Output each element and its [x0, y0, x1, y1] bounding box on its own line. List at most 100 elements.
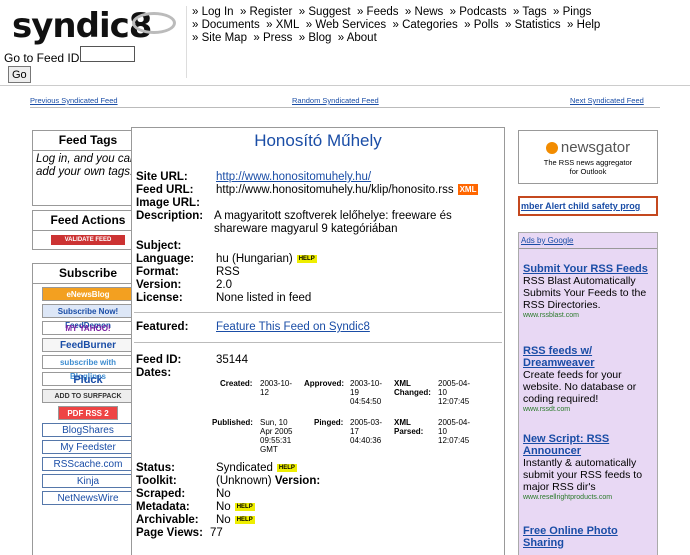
archivable-label: Archivable: [136, 514, 199, 526]
top-nav-row-3: » Site Map » Press » Blog » About [192, 32, 682, 45]
site-url-link[interactable]: http://www.honositomuhely.hu/ [216, 171, 371, 183]
xml-parsed-line-3: 12:07:45 [438, 436, 470, 445]
feeddemon-button[interactable]: Subscribe Now! FeedDemon [42, 304, 134, 330]
ad-text: Create feeds for your website. No databa… [523, 369, 637, 405]
nav-categories[interactable]: » Categories [393, 19, 458, 31]
feed-url-text: http://www.honositomuhely.hu/klip/honosi… [216, 184, 454, 196]
archivable-help-badge[interactable]: HELP [234, 515, 255, 524]
published-line-3: 09:55:31 [260, 436, 292, 445]
feature-this-feed-link[interactable]: Feature This Feed on Syndic8 [216, 321, 370, 333]
approved-label: Approved: [304, 379, 344, 388]
page-views-value: 77 [210, 527, 223, 539]
rss2pdf-button[interactable]: PDF RSS 2 PDF [58, 406, 118, 432]
archivable-text: No [216, 514, 231, 526]
nav-xml[interactable]: » XML [266, 19, 299, 31]
status-text: Syndicated [216, 462, 273, 474]
image-url-label: Image URL: [136, 197, 200, 209]
nav-register[interactable]: » Register [240, 6, 292, 18]
toolkit-value: (Unknown) Version: [216, 475, 320, 487]
enewsblog-button[interactable]: eNewsBlog [42, 287, 134, 301]
metadata-label: Metadata: [136, 501, 190, 513]
nav-pings[interactable]: » Pings [553, 6, 591, 18]
created-line-2: 12 [260, 388, 269, 397]
ad-url[interactable]: www.rssblast.com [523, 311, 657, 320]
ad-text: RSS Blast Automatically Submits Your Fee… [523, 275, 647, 311]
published-label: Published: [212, 418, 253, 427]
scraped-value: No [216, 488, 231, 500]
go-button[interactable]: Go [8, 66, 31, 83]
kinja-link[interactable]: Kinja [42, 474, 134, 488]
nav-blog[interactable]: » Blog [299, 32, 332, 44]
nav-polls[interactable]: » Polls [464, 19, 499, 31]
pinged-line-2: 17 [350, 427, 359, 436]
metadata-text: No [216, 501, 231, 513]
ad-title[interactable]: RSS feeds w/ Dreamweaver [523, 345, 657, 369]
nav-login[interactable]: » Log In [192, 6, 234, 18]
approved-line-1: 2003-10- [350, 379, 383, 388]
xml-parsed-label-2: Parsed: [394, 427, 424, 436]
language-text: hu (Hungarian) [216, 253, 293, 265]
random-feed-link[interactable]: Random Syndicated Feed [292, 96, 379, 105]
ad-title[interactable]: Submit Your RSS Feeds [523, 263, 657, 275]
nav-press[interactable]: » Press [253, 32, 292, 44]
nav-documents[interactable]: » Documents [192, 19, 260, 31]
validate-feed-badge[interactable]: VALIDATE FEED [51, 235, 125, 245]
newsgator-ad[interactable]: newsgator The RSS news aggregator for Ou… [518, 130, 658, 184]
version-value: 2.0 [216, 279, 232, 291]
feed-url-value: http://www.honositomuhely.hu/klip/honosi… [216, 184, 479, 196]
toolkit-text: (Unknown) [216, 475, 272, 487]
ad-title[interactable]: Free Online Photo Sharing [523, 525, 657, 549]
nav-news[interactable]: » News [405, 6, 443, 18]
amber-alert-link[interactable]: mber Alert child safety prog [518, 196, 658, 216]
site-header: syndic8 Go to Feed ID: Go » Log In » Reg… [0, 0, 690, 86]
divider-1 [134, 312, 502, 313]
newsgator-dot-icon [545, 142, 558, 155]
language-help-badge[interactable]: HELP [296, 254, 317, 263]
next-feed-link[interactable]: Next Syndicated Feed [570, 96, 644, 105]
ad-url[interactable]: www.rssdt.com [523, 405, 657, 414]
created-line-1: 2003-10- [260, 379, 293, 388]
nav-suggest[interactable]: » Suggest [299, 6, 351, 18]
feed-id-label: Go to Feed ID: [4, 51, 83, 65]
blogshares-link[interactable]: BlogShares [42, 423, 134, 437]
my-yahoo-button[interactable]: MY YAHOO! [42, 321, 134, 335]
bloglines-button[interactable]: subscribe with Bloglines [42, 355, 134, 381]
syndic8-logo[interactable]: syndic8 [12, 6, 152, 46]
divider-2 [134, 342, 502, 343]
nav-podcasts[interactable]: » Podcasts [450, 6, 507, 18]
approved-line-3: 04:54:50 [350, 397, 382, 406]
ad-item: RSS feeds w/ Dreamweaver Create feeds fo… [523, 345, 657, 414]
metadata-help-badge[interactable]: HELP [234, 502, 255, 511]
rsscache-link[interactable]: RSScache.com [42, 457, 134, 471]
nav-help[interactable]: » Help [567, 19, 600, 31]
nav-site-map[interactable]: » Site Map [192, 32, 247, 44]
ad-title[interactable]: New Script: RSS Announcer [523, 433, 657, 457]
previous-feed-link[interactable]: Previous Syndicated Feed [30, 96, 118, 105]
language-value: hu (Hungarian) HELP [216, 253, 317, 265]
xml-changed-line-2: 10 [438, 388, 447, 397]
xml-changed-line-1: 2005-04- [438, 379, 471, 388]
xml-changed-label-2: Changed: [394, 388, 431, 397]
surfpack-button[interactable]: ADD TO SURFPACK [42, 389, 134, 403]
ad-item: Submit Your RSS Feeds RSS Blast Automati… [523, 263, 657, 320]
status-value: Syndicated HELP [216, 462, 297, 474]
nav-web-services[interactable]: » Web Services [306, 19, 386, 31]
feed-url-label: Feed URL: [136, 184, 194, 196]
language-label: Language: [136, 253, 195, 265]
feed-title[interactable]: Honosító Műhely [132, 131, 504, 151]
feedburner-button[interactable]: FeedBurner [42, 338, 134, 352]
nav-statistics[interactable]: » Statistics [505, 19, 561, 31]
published-line-1: Sun, 10 [260, 418, 288, 427]
nav-feeds[interactable]: » Feeds [357, 6, 399, 18]
netnewswire-link[interactable]: NetNewsWire [42, 491, 134, 505]
nav-tags[interactable]: » Tags [513, 6, 547, 18]
my-feedster-link[interactable]: My Feedster [42, 440, 134, 454]
pluck-button[interactable]: Pluck [42, 372, 134, 386]
ads-by-google-link[interactable]: Ads by Google [519, 233, 657, 249]
ad-url[interactable]: www.resellrightproducts.com [523, 493, 657, 502]
status-help-badge[interactable]: HELP [276, 463, 297, 472]
license-label: License: [136, 292, 183, 304]
nav-about[interactable]: » About [338, 32, 377, 44]
xml-badge[interactable]: XML [457, 184, 479, 196]
feed-id-input[interactable] [80, 46, 135, 62]
